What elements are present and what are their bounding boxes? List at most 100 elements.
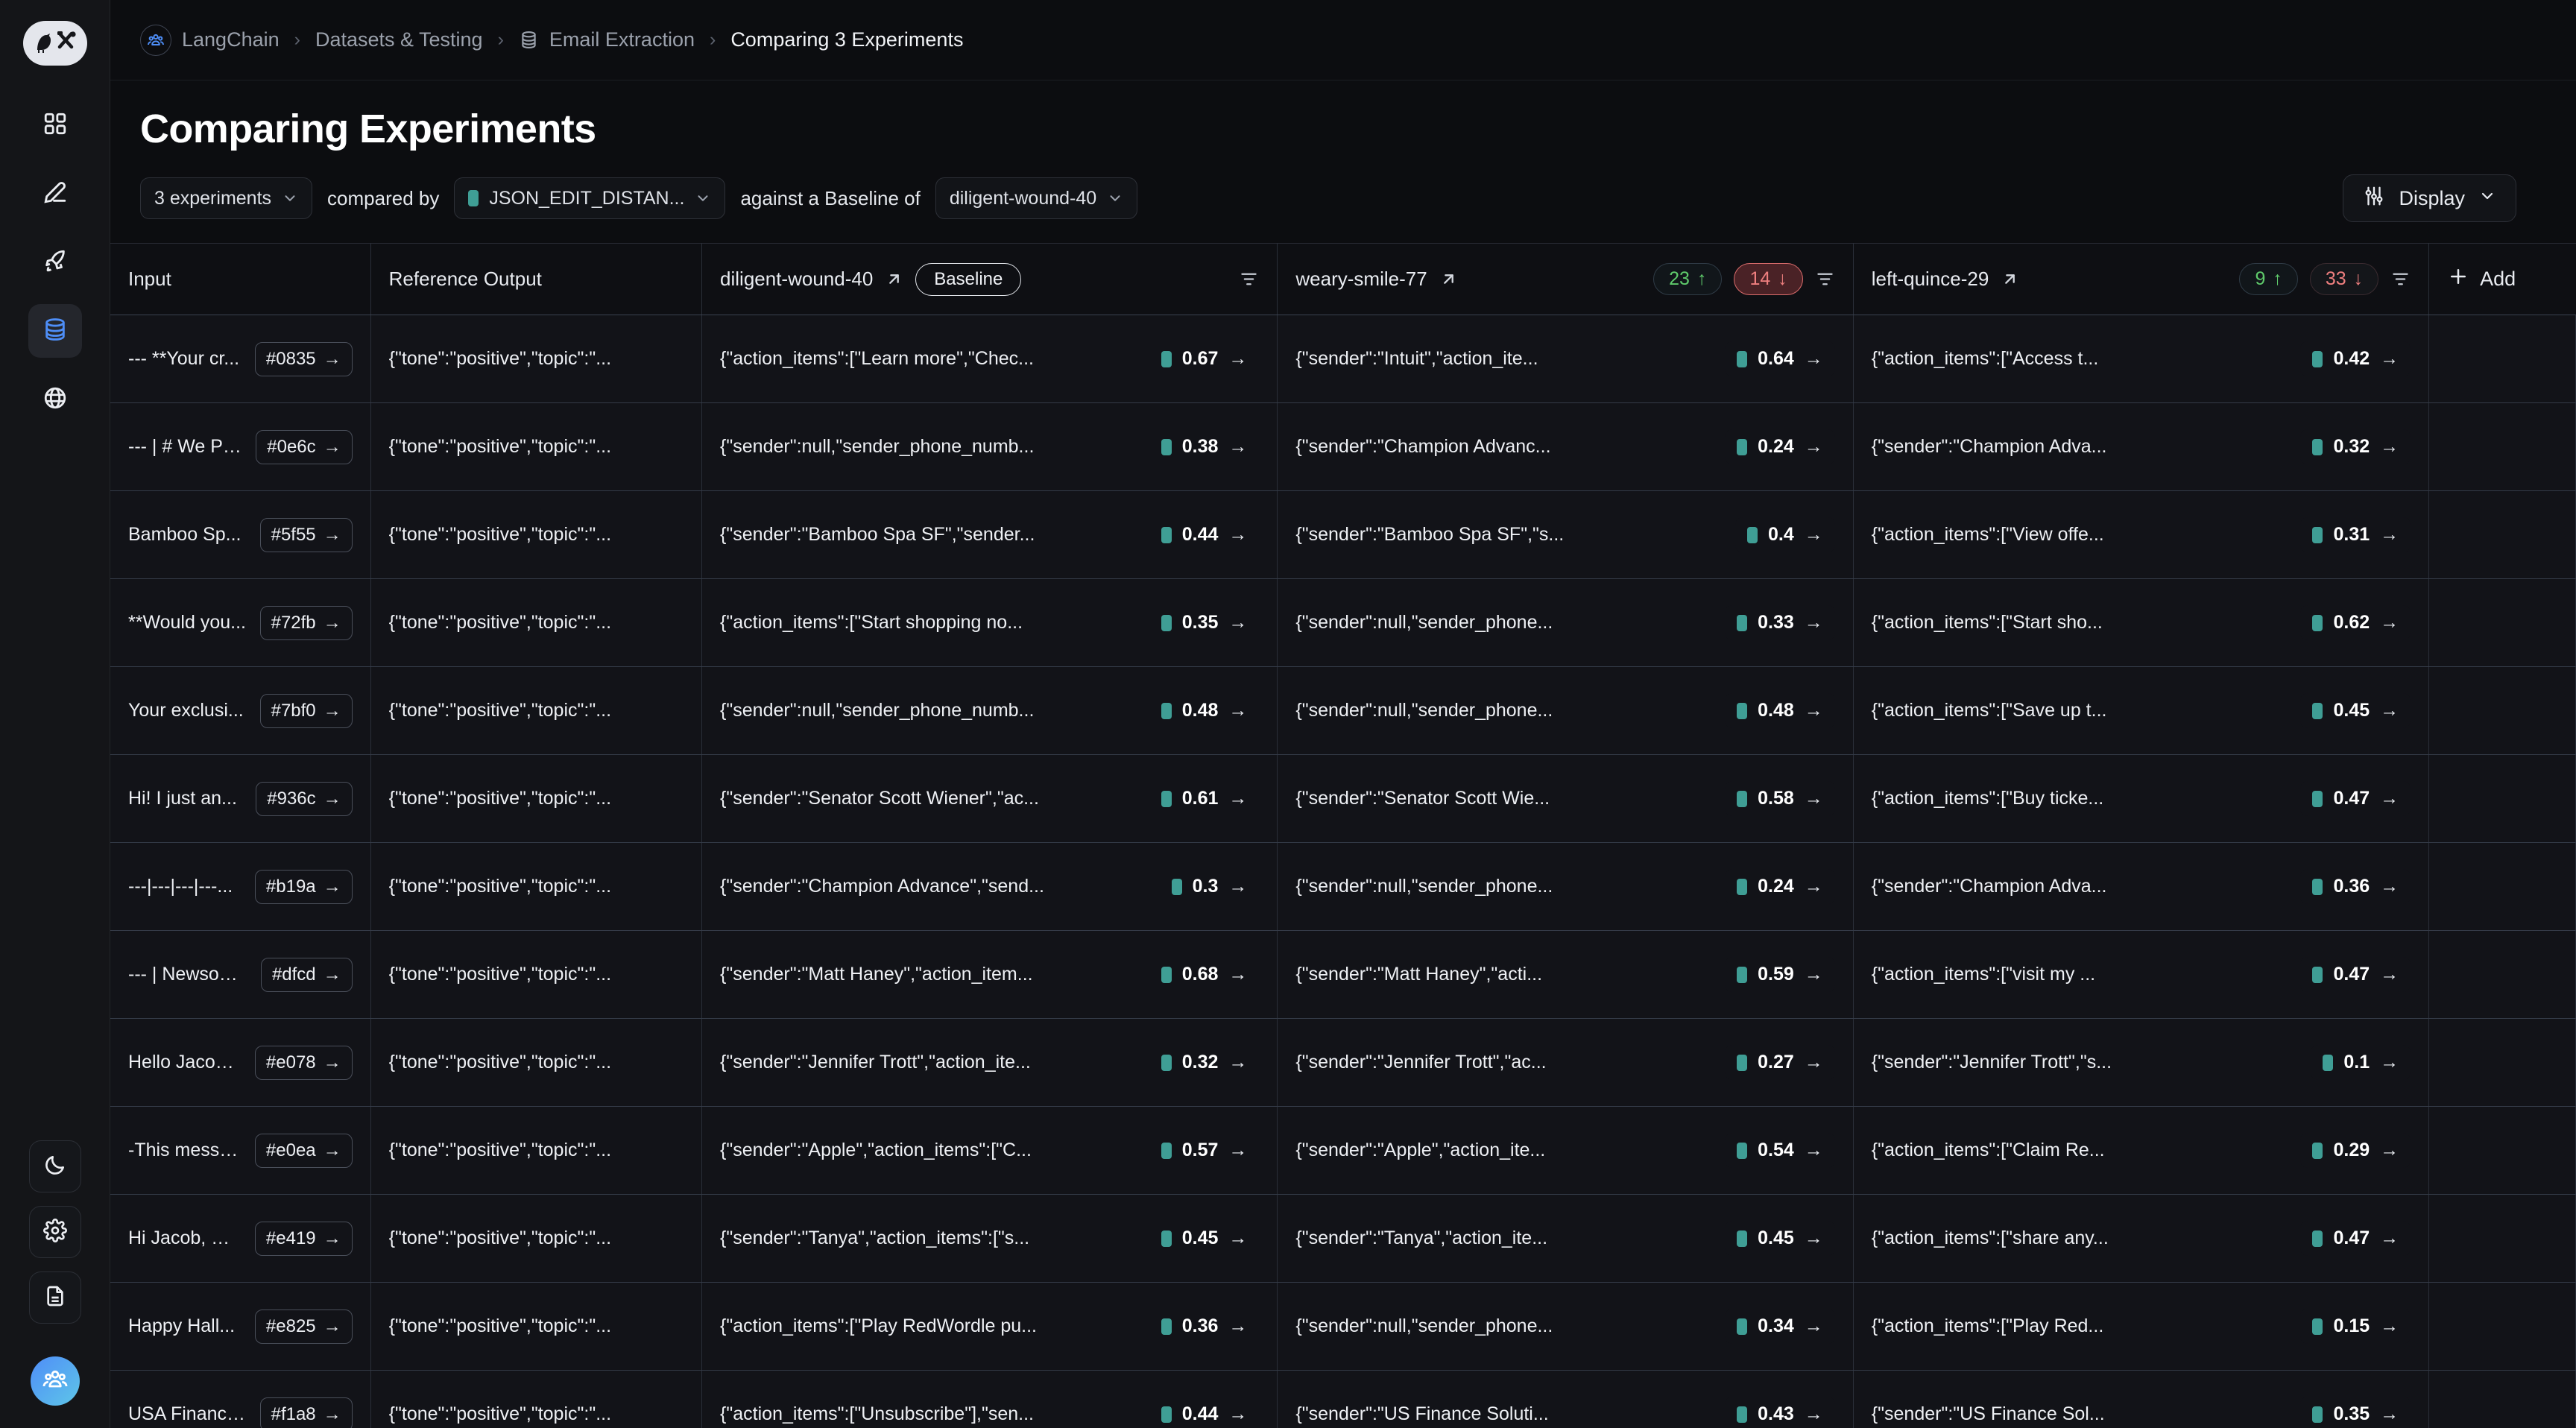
experiments-select[interactable]: 3 experiments [140,177,312,219]
cell-reference-output[interactable]: {"tone":"positive","topic":"... [370,667,701,755]
cell-input[interactable]: Your exclusi...#7bf0→ [110,667,370,755]
cell-quince[interactable]: {"action_items":["Access t...0.42→ [1853,315,2428,403]
score-chip[interactable]: 0.47→ [2300,1221,2411,1256]
cell-weary[interactable]: {"sender":"Bamboo Spa SF","s...0.4→ [1278,491,1853,579]
score-chip[interactable]: 0.59→ [1725,957,1835,992]
score-chip[interactable]: 0.62→ [2300,605,2411,640]
filter-icon[interactable] [1239,269,1259,289]
cell-input[interactable]: Hello Jacob,...#e078→ [110,1019,370,1107]
cell-weary[interactable]: {"sender":null,"sender_phone...0.48→ [1278,667,1853,755]
cell-weary[interactable]: {"sender":"Senator Scott Wie...0.58→ [1278,755,1853,843]
score-chip[interactable]: 0.61→ [1149,781,1260,816]
example-id-chip[interactable]: #b19a→ [255,870,353,904]
breadcrumb-org[interactable]: LangChain [182,28,280,51]
settings-button[interactable] [29,1206,81,1258]
cell-baseline[interactable]: {"sender":"Senator Scott Wiener","ac...0… [702,755,1278,843]
sidebar-item-playground[interactable] [28,373,82,426]
example-id-chip[interactable]: #5f55→ [260,518,353,552]
sidebar-item-home[interactable] [28,98,82,152]
example-id-chip[interactable]: #e825→ [255,1309,353,1344]
score-chip[interactable]: 0.24→ [1725,429,1835,464]
baseline-select[interactable]: diligent-wound-40 [935,177,1137,219]
table-row[interactable]: **Would you...#72fb→{"tone":"positive","… [110,579,2576,667]
score-chip[interactable]: 0.68→ [1149,957,1260,992]
cell-quince[interactable]: {"action_items":["Save up t...0.45→ [1853,667,2428,755]
external-link-icon[interactable] [1439,270,1458,288]
score-chip[interactable]: 0.44→ [1149,517,1260,552]
cell-reference-output[interactable]: {"tone":"positive","topic":"... [370,315,701,403]
cell-quince[interactable]: {"action_items":["View offe...0.31→ [1853,491,2428,579]
cell-weary[interactable]: {"sender":"Champion Advanc...0.24→ [1278,403,1853,491]
column-header-diligent-wound-40[interactable]: diligent-wound-40 Baseline [702,244,1278,315]
cell-baseline[interactable]: {"sender":"Champion Advance","send...0.3… [702,843,1278,931]
cell-reference-output[interactable]: {"tone":"positive","topic":"... [370,1195,701,1283]
cell-quince[interactable]: {"sender":"Jennifer Trott","s...0.1→ [1853,1019,2428,1107]
sidebar-item-datasets[interactable] [28,304,82,358]
score-chip[interactable]: 0.4→ [1735,517,1835,552]
score-chip[interactable]: 0.32→ [1149,1045,1260,1080]
filter-icon[interactable] [1815,269,1835,289]
cell-input[interactable]: Hi! I just an...#936c→ [110,755,370,843]
theme-toggle-button[interactable] [29,1140,81,1192]
cell-baseline[interactable]: {"sender":"Bamboo Spa SF","sender...0.44… [702,491,1278,579]
cell-baseline[interactable]: {"sender":"Apple","action_items":["C...0… [702,1107,1278,1195]
regressed-count-badge[interactable]: 33 ↓ [2310,263,2378,295]
score-chip[interactable]: 0.64→ [1725,341,1835,376]
table-row[interactable]: Bamboo Sp...#5f55→{"tone":"positive","to… [110,491,2576,579]
example-id-chip[interactable]: #936c→ [256,782,352,816]
score-chip[interactable]: 0.31→ [2300,517,2411,552]
cell-reference-output[interactable]: {"tone":"positive","topic":"... [370,1283,701,1371]
cell-weary[interactable]: {"sender":"Apple","action_ite...0.54→ [1278,1107,1853,1195]
improved-count-badge[interactable]: 9 ↑ [2239,263,2297,295]
cell-baseline[interactable]: {"action_items":["Play RedWordle pu...0.… [702,1283,1278,1371]
score-chip[interactable]: 0.29→ [2300,1133,2411,1168]
score-chip[interactable]: 0.36→ [1149,1309,1260,1344]
cell-input[interactable]: **Would you...#72fb→ [110,579,370,667]
table-row[interactable]: Your exclusi...#7bf0→{"tone":"positive",… [110,667,2576,755]
cell-quince[interactable]: {"action_items":["Start sho...0.62→ [1853,579,2428,667]
example-id-chip[interactable]: #0e6c→ [256,430,352,464]
cell-reference-output[interactable]: {"tone":"positive","topic":"... [370,491,701,579]
example-id-chip[interactable]: #dfcd→ [261,958,353,992]
cell-input[interactable]: ---|---|---|---...#b19a→ [110,843,370,931]
score-chip[interactable]: 0.33→ [1725,605,1835,640]
cell-quince[interactable]: {"action_items":["visit my ...0.47→ [1853,931,2428,1019]
example-id-chip[interactable]: #72fb→ [260,606,353,640]
column-header-input[interactable]: Input [110,244,370,315]
score-chip[interactable]: 0.48→ [1149,693,1260,728]
cell-baseline[interactable]: {"sender":null,"sender_phone_numb...0.38… [702,403,1278,491]
cell-quince[interactable]: {"action_items":["Play Red...0.15→ [1853,1283,2428,1371]
score-chip[interactable]: 0.43→ [1725,1397,1835,1428]
column-header-add[interactable]: Add [2429,244,2576,315]
cell-input[interactable]: --- **Your cr...#0835→ [110,315,370,403]
column-header-reference-output[interactable]: Reference Output [370,244,701,315]
score-chip[interactable]: 0.32→ [2300,429,2411,464]
improved-count-badge[interactable]: 23 ↑ [1653,263,1722,295]
cell-quince[interactable]: {"sender":"US Finance Sol...0.35→ [1853,1371,2428,1428]
cell-quince[interactable]: {"sender":"Champion Adva...0.36→ [1853,843,2428,931]
cell-weary[interactable]: {"sender":null,"sender_phone...0.34→ [1278,1283,1853,1371]
table-row[interactable]: --- | # We Pr...#0e6c→{"tone":"positive"… [110,403,2576,491]
score-chip[interactable]: 0.34→ [1725,1309,1835,1344]
example-id-chip[interactable]: #e0ea→ [255,1134,353,1168]
score-chip[interactable]: 0.54→ [1725,1133,1835,1168]
example-id-chip[interactable]: #f1a8→ [260,1397,353,1428]
cell-baseline[interactable]: {"sender":"Tanya","action_items":["s...0… [702,1195,1278,1283]
score-chip[interactable]: 0.35→ [2300,1397,2411,1428]
table-row[interactable]: Hello Jacob,...#e078→{"tone":"positive",… [110,1019,2576,1107]
cell-weary[interactable]: {"sender":"Jennifer Trott","ac...0.27→ [1278,1019,1853,1107]
cell-input[interactable]: Happy Hall...#e825→ [110,1283,370,1371]
cell-baseline[interactable]: {"action_items":["Learn more","Chec...0.… [702,315,1278,403]
cell-reference-output[interactable]: {"tone":"positive","topic":"... [370,403,701,491]
score-chip[interactable]: 0.27→ [1725,1045,1835,1080]
score-chip[interactable]: 0.47→ [2300,957,2411,992]
score-chip[interactable]: 0.35→ [1149,605,1260,640]
display-button[interactable]: Display [2343,174,2516,222]
cell-weary[interactable]: {"sender":"US Finance Soluti...0.43→ [1278,1371,1853,1428]
cell-input[interactable]: USA Finance...#f1a8→ [110,1371,370,1428]
cell-reference-output[interactable]: {"tone":"positive","topic":"... [370,931,701,1019]
cell-weary[interactable]: {"sender":"Matt Haney","acti...0.59→ [1278,931,1853,1019]
table-row[interactable]: ---|---|---|---...#b19a→{"tone":"positiv… [110,843,2576,931]
score-chip[interactable]: 0.24→ [1725,869,1835,904]
cell-baseline[interactable]: {"sender":"Matt Haney","action_item...0.… [702,931,1278,1019]
